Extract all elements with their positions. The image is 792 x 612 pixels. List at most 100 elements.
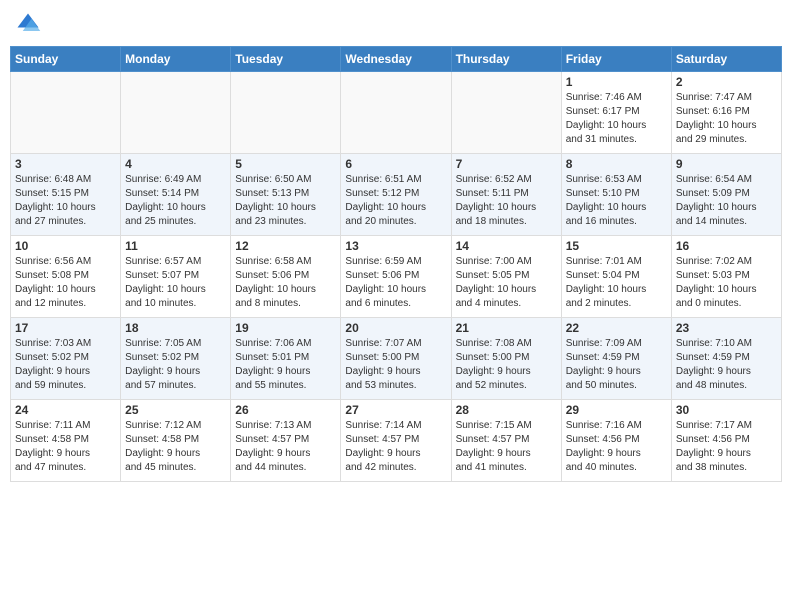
- day-info: Sunrise: 7:13 AM Sunset: 4:57 PM Dayligh…: [235, 419, 336, 475]
- calendar-header-tuesday: Tuesday: [231, 47, 341, 72]
- day-number: 27: [345, 403, 446, 417]
- day-number: 16: [676, 239, 777, 253]
- day-number: 10: [15, 239, 116, 253]
- calendar-week-2: 3 Sunrise: 6:48 AM Sunset: 5:15 PM Daylig…: [11, 154, 782, 236]
- day-info: Sunrise: 7:09 AM Sunset: 4:59 PM Dayligh…: [566, 337, 667, 393]
- day-info: Sunrise: 6:50 AM Sunset: 5:13 PM Dayligh…: [235, 173, 336, 229]
- day-info: Sunrise: 7:07 AM Sunset: 5:00 PM Dayligh…: [345, 337, 446, 393]
- day-info: Sunrise: 7:14 AM Sunset: 4:57 PM Dayligh…: [345, 419, 446, 475]
- calendar-cell: 29Sunrise: 7:16 AM Sunset: 4:56 PM Dayli…: [561, 400, 671, 482]
- calendar-cell: 30 Sunrise: 7:17 AM Sunset: 4:56 PM Dayli…: [671, 400, 781, 482]
- calendar-header-monday: Monday: [121, 47, 231, 72]
- calendar-cell: 27 Sunrise: 7:14 AM Sunset: 4:57 PM Dayli…: [341, 400, 451, 482]
- day-info: Sunrise: 7:05 AM Sunset: 5:02 PM Dayligh…: [125, 337, 226, 393]
- day-number: 8: [566, 157, 667, 171]
- calendar-cell: [121, 72, 231, 154]
- calendar-header-saturday: Saturday: [671, 47, 781, 72]
- day-info: Sunrise: 6:58 AM Sunset: 5:06 PM Dayligh…: [235, 255, 336, 311]
- calendar-week-5: 24 Sunrise: 7:11 AM Sunset: 4:58 PM Dayli…: [11, 400, 782, 482]
- day-number: 14: [456, 239, 557, 253]
- calendar-cell: 17 Sunrise: 7:03 AM Sunset: 5:02 PM Dayli…: [11, 318, 121, 400]
- calendar-week-3: 10 Sunrise: 6:56 AM Sunset: 5:08 PM Dayli…: [11, 236, 782, 318]
- calendar-header-thursday: Thursday: [451, 47, 561, 72]
- calendar-cell: 5 Sunrise: 6:50 AM Sunset: 5:13 PM Daylig…: [231, 154, 341, 236]
- calendar-cell: 19 Sunrise: 7:06 AM Sunset: 5:01 PM Dayli…: [231, 318, 341, 400]
- day-number: 22: [566, 321, 667, 335]
- day-info: Sunrise: 7:10 AM Sunset: 4:59 PM Dayligh…: [676, 337, 777, 393]
- day-info: Sunrise: 6:48 AM Sunset: 5:15 PM Dayligh…: [15, 173, 116, 229]
- calendar-cell: [11, 72, 121, 154]
- calendar-cell: 14 Sunrise: 7:00 AM Sunset: 5:05 PM Dayli…: [451, 236, 561, 318]
- day-number: 4: [125, 157, 226, 171]
- day-info: Sunrise: 7:17 AM Sunset: 4:56 PM Dayligh…: [676, 419, 777, 475]
- day-number: 3: [15, 157, 116, 171]
- calendar-cell: [451, 72, 561, 154]
- calendar-cell: 12 Sunrise: 6:58 AM Sunset: 5:06 PM Dayli…: [231, 236, 341, 318]
- day-info: Sunrise: 7:03 AM Sunset: 5:02 PM Dayligh…: [15, 337, 116, 393]
- day-info: Sunrise: 7:15 AM Sunset: 4:57 PM Dayligh…: [456, 419, 557, 475]
- day-info: Sunrise: 7:00 AM Sunset: 5:05 PM Dayligh…: [456, 255, 557, 311]
- page-header: [10, 10, 782, 38]
- calendar-cell: 8 Sunrise: 6:53 AM Sunset: 5:10 PM Daylig…: [561, 154, 671, 236]
- day-info: Sunrise: 7:06 AM Sunset: 5:01 PM Dayligh…: [235, 337, 336, 393]
- calendar-cell: 28Sunrise: 7:15 AM Sunset: 4:57 PM Dayli…: [451, 400, 561, 482]
- calendar-cell: 7 Sunrise: 6:52 AM Sunset: 5:11 PM Daylig…: [451, 154, 561, 236]
- day-number: 7: [456, 157, 557, 171]
- calendar-header-sunday: Sunday: [11, 47, 121, 72]
- calendar-cell: 4 Sunrise: 6:49 AM Sunset: 5:14 PM Daylig…: [121, 154, 231, 236]
- calendar-header-friday: Friday: [561, 47, 671, 72]
- calendar-cell: 26 Sunrise: 7:13 AM Sunset: 4:57 PM Dayli…: [231, 400, 341, 482]
- day-number: 21: [456, 321, 557, 335]
- day-number: 6: [345, 157, 446, 171]
- day-info: Sunrise: 6:49 AM Sunset: 5:14 PM Dayligh…: [125, 173, 226, 229]
- calendar-week-4: 17 Sunrise: 7:03 AM Sunset: 5:02 PM Dayli…: [11, 318, 782, 400]
- calendar-cell: 1 Sunrise: 7:46 AM Sunset: 6:17 PM Daylig…: [561, 72, 671, 154]
- day-info: Sunrise: 7:08 AM Sunset: 5:00 PM Dayligh…: [456, 337, 557, 393]
- day-info: Sunrise: 6:54 AM Sunset: 5:09 PM Dayligh…: [676, 173, 777, 229]
- day-info: Sunrise: 6:51 AM Sunset: 5:12 PM Dayligh…: [345, 173, 446, 229]
- calendar-cell: [341, 72, 451, 154]
- day-info: Sunrise: 7:02 AM Sunset: 5:03 PM Dayligh…: [676, 255, 777, 311]
- day-number: 24: [15, 403, 116, 417]
- day-number: 19: [235, 321, 336, 335]
- day-number: 25: [125, 403, 226, 417]
- calendar-cell: 25Sunrise: 7:12 AM Sunset: 4:58 PM Dayli…: [121, 400, 231, 482]
- logo-icon: [14, 10, 42, 38]
- day-info: Sunrise: 6:57 AM Sunset: 5:07 PM Dayligh…: [125, 255, 226, 311]
- day-number: 26: [235, 403, 336, 417]
- day-info: Sunrise: 6:52 AM Sunset: 5:11 PM Dayligh…: [456, 173, 557, 229]
- calendar-header-row: SundayMondayTuesdayWednesdayThursdayFrid…: [11, 47, 782, 72]
- day-info: Sunrise: 6:56 AM Sunset: 5:08 PM Dayligh…: [15, 255, 116, 311]
- day-number: 2: [676, 75, 777, 89]
- day-info: Sunrise: 6:53 AM Sunset: 5:10 PM Dayligh…: [566, 173, 667, 229]
- day-number: 17: [15, 321, 116, 335]
- day-number: 15: [566, 239, 667, 253]
- day-number: 1: [566, 75, 667, 89]
- day-number: 30: [676, 403, 777, 417]
- calendar-cell: 2 Sunrise: 7:47 AM Sunset: 6:16 PM Daylig…: [671, 72, 781, 154]
- day-number: 12: [235, 239, 336, 253]
- calendar-cell: 20Sunrise: 7:07 AM Sunset: 5:00 PM Dayli…: [341, 318, 451, 400]
- day-number: 23: [676, 321, 777, 335]
- logo: [14, 10, 46, 38]
- day-info: Sunrise: 7:01 AM Sunset: 5:04 PM Dayligh…: [566, 255, 667, 311]
- day-info: Sunrise: 7:47 AM Sunset: 6:16 PM Dayligh…: [676, 91, 777, 147]
- calendar-cell: 24 Sunrise: 7:11 AM Sunset: 4:58 PM Dayli…: [11, 400, 121, 482]
- day-info: Sunrise: 7:11 AM Sunset: 4:58 PM Dayligh…: [15, 419, 116, 475]
- day-number: 5: [235, 157, 336, 171]
- calendar-cell: 16 Sunrise: 7:02 AM Sunset: 5:03 PM Dayli…: [671, 236, 781, 318]
- calendar-cell: 18 Sunrise: 7:05 AM Sunset: 5:02 PM Dayli…: [121, 318, 231, 400]
- day-info: Sunrise: 7:46 AM Sunset: 6:17 PM Dayligh…: [566, 91, 667, 147]
- day-number: 29: [566, 403, 667, 417]
- calendar-cell: 23 Sunrise: 7:10 AM Sunset: 4:59 PM Dayli…: [671, 318, 781, 400]
- day-number: 18: [125, 321, 226, 335]
- calendar-cell: 13Sunrise: 6:59 AM Sunset: 5:06 PM Dayli…: [341, 236, 451, 318]
- calendar-cell: 21 Sunrise: 7:08 AM Sunset: 5:00 PM Dayli…: [451, 318, 561, 400]
- calendar-cell: 3 Sunrise: 6:48 AM Sunset: 5:15 PM Daylig…: [11, 154, 121, 236]
- calendar-cell: 6 Sunrise: 6:51 AM Sunset: 5:12 PM Daylig…: [341, 154, 451, 236]
- calendar-cell: 11 Sunrise: 6:57 AM Sunset: 5:07 PM Dayli…: [121, 236, 231, 318]
- day-number: 11: [125, 239, 226, 253]
- calendar-cell: 15 Sunrise: 7:01 AM Sunset: 5:04 PM Dayli…: [561, 236, 671, 318]
- day-info: Sunrise: 6:59 AM Sunset: 5:06 PM Dayligh…: [345, 255, 446, 311]
- calendar-week-1: 1 Sunrise: 7:46 AM Sunset: 6:17 PM Daylig…: [11, 72, 782, 154]
